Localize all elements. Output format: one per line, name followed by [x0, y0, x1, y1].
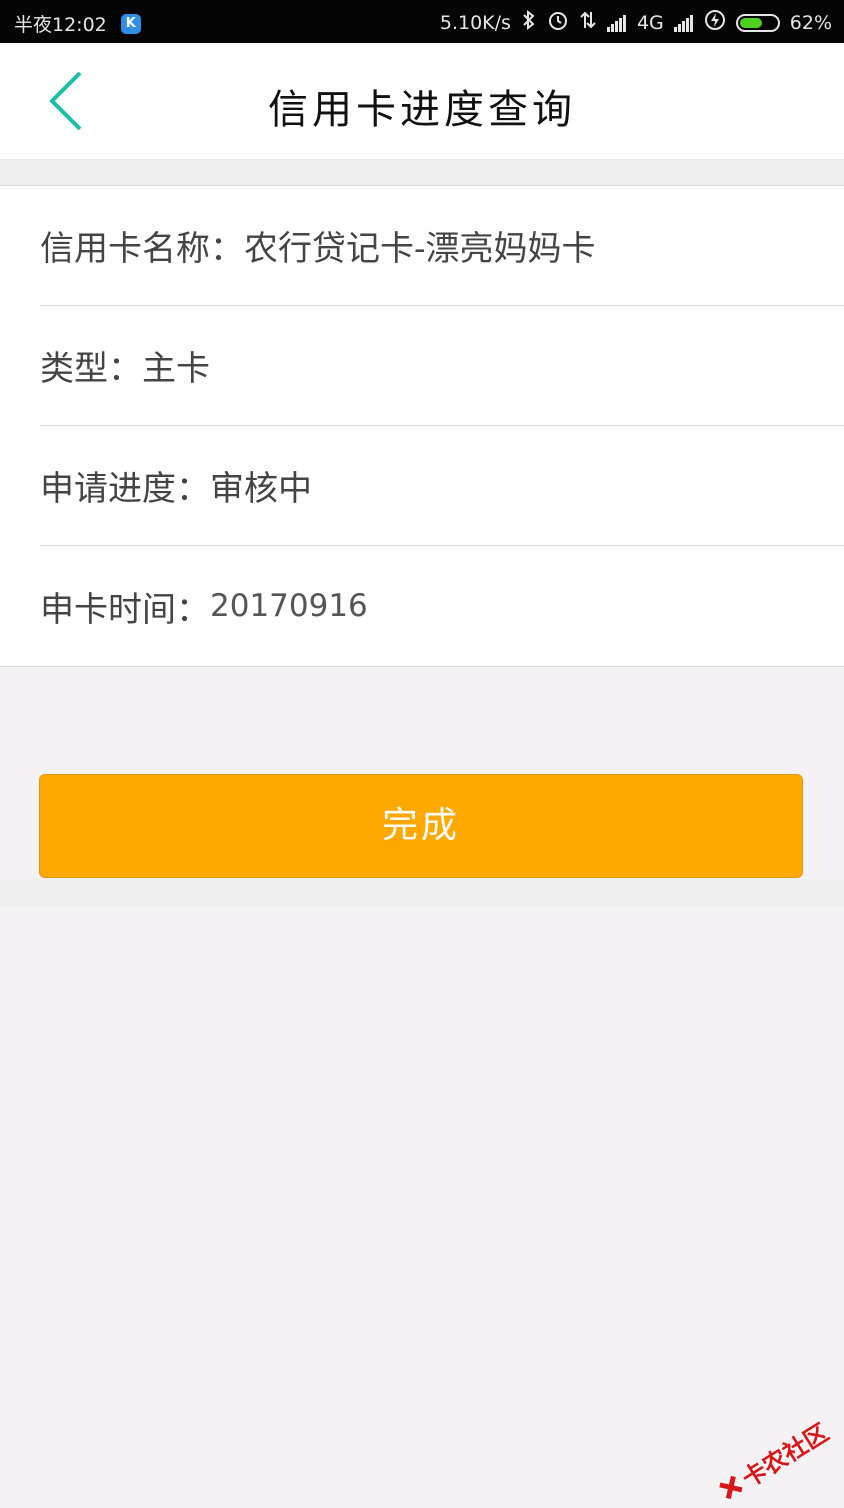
apply-time-value: 20170916: [210, 588, 368, 624]
footer-divider: [0, 879, 844, 906]
top-app-bar: 信用卡进度查询: [0, 43, 844, 159]
data-transfer-icon: [579, 10, 597, 35]
watermark-logo: 卡农社区: [712, 1413, 834, 1507]
watermark-text: 卡农社区: [737, 1418, 834, 1494]
card-type-value: 主卡: [142, 349, 210, 389]
network-type: 4G: [636, 11, 664, 34]
status-bar: 半夜12:02 K 5.10K/s 4G 62%: [0, 0, 844, 43]
card-type-row: 类型： 主卡: [40, 306, 844, 426]
battery-level-fill: [739, 17, 762, 28]
page-title: 信用卡进度查询: [268, 87, 576, 133]
signal-secondary-icon: [673, 14, 694, 32]
apply-time-row: 申卡时间： 20170916: [40, 546, 844, 666]
status-time: 半夜12:02: [14, 14, 107, 36]
app-notification-icon: K: [120, 13, 141, 34]
net-speed: 5.10K/s: [439, 11, 511, 34]
progress-value: 审核中: [210, 469, 312, 509]
section-divider: [0, 159, 844, 186]
card-name-label: 信用卡名称：: [40, 229, 244, 269]
card-name-row: 信用卡名称： 农行贷记卡-漂亮妈妈卡: [40, 186, 844, 306]
card-type-label: 类型：: [40, 349, 142, 389]
apply-time-label: 申卡时间：: [40, 589, 210, 630]
bluetooth-icon: [521, 9, 537, 35]
card-name-value: 农行贷记卡-漂亮妈妈卡: [244, 229, 596, 269]
signal-icon: [606, 14, 627, 32]
application-details: 信用卡名称： 农行贷记卡-漂亮妈妈卡 类型： 主卡 申请进度： 审核中 申卡时间…: [0, 186, 844, 667]
progress-label: 申请进度：: [40, 469, 210, 509]
battery-percent: 62%: [789, 11, 832, 34]
done-button[interactable]: 完成: [39, 774, 803, 878]
alarm-icon: [547, 9, 569, 36]
battery-icon: [735, 13, 780, 32]
progress-row: 申请进度： 审核中: [40, 426, 844, 546]
charging-icon: [704, 9, 726, 36]
